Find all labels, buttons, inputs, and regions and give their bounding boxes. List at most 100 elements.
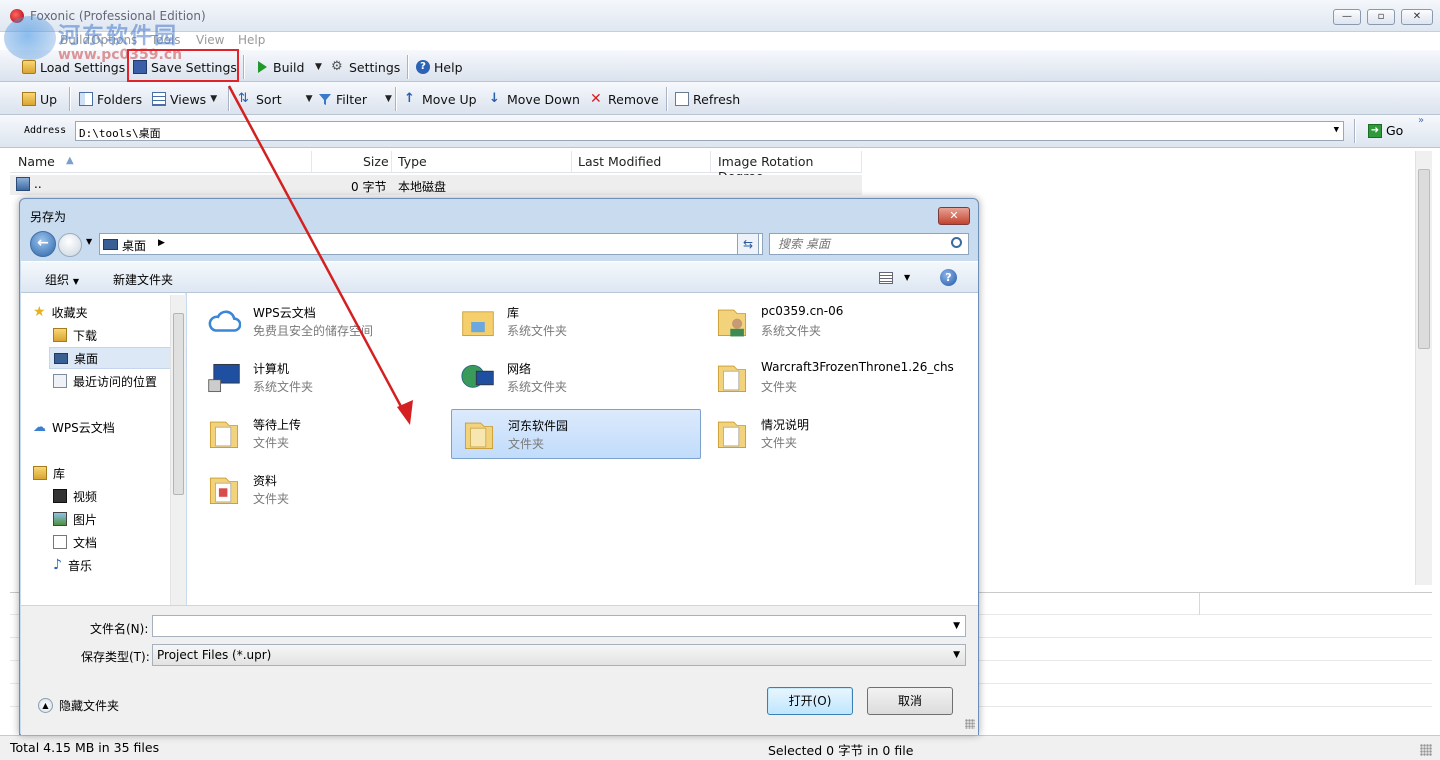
build-dropdown[interactable]: ▼ [315, 58, 322, 76]
build-button[interactable]: Build [255, 58, 304, 76]
change-view-icon[interactable] [879, 272, 893, 284]
organize-button[interactable]: 组织 ▼ [45, 271, 79, 288]
resize-grip[interactable] [1420, 744, 1432, 756]
funnel-icon [319, 94, 331, 105]
column-type[interactable]: Type [398, 154, 427, 169]
chevron-down-icon[interactable]: ▼ [953, 621, 960, 631]
filetype-select[interactable]: Project Files (*.upr) ▼ [152, 644, 966, 666]
nav-music[interactable]: ♪ 音乐 [49, 554, 167, 576]
file-tile-selected[interactable]: 河东软件园 文件夹 [451, 409, 701, 459]
navigation-scrollbar[interactable] [170, 295, 186, 605]
menu-help[interactable]: Help [238, 33, 265, 47]
desktop-icon [103, 239, 118, 250]
filename-field[interactable]: ▼ [152, 615, 966, 637]
sort-button[interactable]: ⇅ Sort ▼ [238, 90, 313, 108]
nav-desktop[interactable]: 桌面 [49, 347, 187, 369]
path-breadcrumb[interactable]: 桌面 ▶ ▼ [99, 233, 763, 255]
file-tile[interactable]: 资料 文件夹 [197, 465, 447, 515]
search-input[interactable] [770, 234, 948, 254]
cancel-button[interactable]: 取消 [867, 687, 953, 715]
scrollbar-thumb[interactable] [173, 313, 184, 495]
nav-pictures[interactable]: 图片 [49, 508, 167, 530]
nav-recent[interactable]: 最近访问的位置 [49, 370, 189, 392]
toolbar-separator [69, 87, 70, 111]
open-button[interactable]: 打开(O) [767, 687, 853, 715]
column-last-modified[interactable]: Last Modified [578, 154, 661, 169]
refresh-button[interactable]: Refresh [675, 90, 740, 108]
chevron-right-icon[interactable]: ▶ [158, 238, 165, 248]
file-tile[interactable]: 库 系统文件夹 [451, 297, 701, 347]
up-button[interactable]: Up [22, 90, 57, 108]
nav-libraries[interactable]: 库 [29, 462, 167, 484]
chevron-down-icon: ▼ [384, 94, 392, 104]
nav-wps-cloud[interactable]: ☁ WPS云文档 [29, 416, 167, 438]
go-button[interactable]: ➜ Go [1368, 123, 1403, 138]
help-icon[interactable]: ? [940, 269, 957, 286]
scrollbar-thumb[interactable] [1418, 169, 1430, 349]
navigation-pane: ★ 收藏夹 下载 桌面 最近访问的位置 ☁ WPS云文档 库 视频 图片 文档 … [21, 293, 189, 605]
remove-button[interactable]: ✕ Remove [590, 90, 659, 108]
column-size[interactable]: Size [363, 154, 389, 169]
file-tile[interactable]: 等待上传 文件夹 [197, 409, 447, 459]
nav-pictures-label: 图片 [73, 512, 98, 527]
close-button[interactable]: ✕ [1401, 9, 1433, 25]
row-name: .. [34, 177, 42, 191]
resize-grip[interactable] [965, 719, 975, 729]
address-value: D:\tools\桌面 [79, 127, 161, 140]
filter-button[interactable]: Filter ▼ [318, 90, 392, 108]
file-tile[interactable]: Warcraft3FrozenThrone1.26_chs 文件夹 [705, 353, 955, 403]
build-label: Build [273, 59, 305, 75]
file-list-scrollbar[interactable] [1415, 151, 1432, 585]
settings-button[interactable]: ⚙ Settings [331, 58, 400, 76]
toolbar-separator [666, 87, 667, 111]
menu-view[interactable]: View [196, 33, 224, 47]
filetype-value: Project Files (*.upr) [157, 648, 272, 662]
address-input[interactable]: D:\tools\桌面 ▼ [75, 121, 1344, 141]
sort-ascending-icon: ▲ [66, 155, 74, 166]
file-tile-desc: 系统文件夹 [507, 324, 568, 338]
minimize-button[interactable]: — [1333, 9, 1361, 25]
folder-icon [464, 422, 494, 450]
filename-input[interactable] [153, 616, 943, 636]
table-row[interactable]: .. 0 字节 本地磁盘 [10, 175, 862, 195]
back-button[interactable]: ← [30, 231, 56, 257]
forward-button[interactable] [58, 233, 82, 257]
help-button[interactable]: ? Help [416, 58, 463, 76]
folder-icon [209, 477, 239, 505]
search-icon[interactable] [951, 237, 962, 248]
dialog-close-button[interactable]: ✕ [938, 207, 970, 225]
new-folder-button[interactable]: 新建文件夹 [113, 271, 173, 288]
folders-button[interactable]: Folders [79, 90, 142, 108]
downloads-folder-icon [53, 328, 67, 342]
file-tile[interactable]: 计算机 系统文件夹 [197, 353, 447, 403]
file-tile[interactable]: pc0359.cn-06 系统文件夹 [705, 297, 955, 347]
organize-label: 组织 [45, 273, 70, 287]
file-tile[interactable]: 网络 系统文件夹 [451, 353, 701, 403]
dialog-title: 另存为 [30, 210, 67, 224]
nav-documents[interactable]: 文档 [49, 531, 167, 553]
file-tile[interactable]: 情况说明 文件夹 [705, 409, 955, 459]
dialog-refresh-button[interactable]: ⇆ [737, 233, 759, 255]
nav-favorites[interactable]: ★ 收藏夹 [29, 301, 167, 323]
chevron-down-icon[interactable]: ▼ [1334, 125, 1339, 135]
menu-bar: Build Options Tools View Help [0, 32, 1440, 50]
column-divider [391, 151, 392, 173]
history-dropdown-icon[interactable]: ▼ [86, 237, 92, 246]
nav-downloads[interactable]: 下载 [49, 324, 167, 346]
search-box[interactable] [769, 233, 969, 255]
move-up-button[interactable]: ↑ Move Up [404, 90, 477, 108]
restore-button[interactable]: ▫ [1367, 9, 1395, 25]
file-tile[interactable]: WPS云文档 免费且安全的储存空间 [197, 297, 447, 347]
up-label: Up [40, 91, 58, 107]
path-text[interactable]: 桌面 [122, 237, 146, 254]
chevron-down-icon: ▼ [315, 62, 322, 72]
refresh-label: Refresh [693, 91, 741, 107]
chevron-down-icon[interactable]: ▼ [904, 273, 910, 282]
nav-videos[interactable]: 视频 [49, 485, 167, 507]
move-down-button[interactable]: ↓ Move Down [489, 90, 580, 108]
overflow-chevron-icon[interactable]: » [1418, 115, 1424, 126]
toolbar-separator [1354, 119, 1355, 143]
hide-folders-toggle[interactable]: ▲ 隐藏文件夹 [38, 697, 119, 714]
views-button[interactable]: Views ▼ [152, 90, 217, 108]
column-name[interactable]: Name [18, 154, 55, 169]
